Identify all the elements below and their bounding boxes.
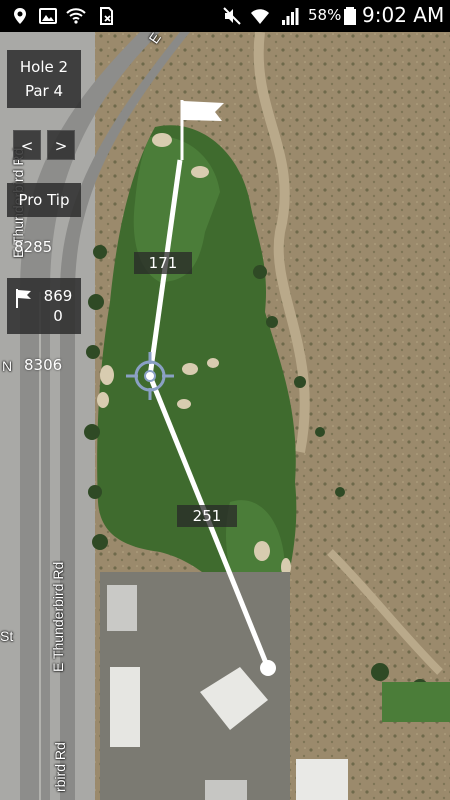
road-label: rbird Rd (52, 742, 68, 792)
wifi-question-icon (66, 6, 86, 26)
flag-icon (16, 289, 31, 308)
hole-info-panel: Hole 2 Par 4 (7, 50, 81, 108)
battery-percent: 58% (308, 6, 342, 24)
hole-par: Par 4 (24, 82, 64, 100)
road-label: St (0, 628, 14, 644)
location-icon (10, 6, 30, 26)
hole-number: Hole 2 (19, 58, 69, 76)
clock: 9:02 AM (362, 3, 445, 27)
next-hole-button[interactable]: > (47, 130, 75, 160)
distance-back: 8306 (24, 356, 63, 374)
mute-icon (222, 6, 242, 26)
road-label: N (2, 358, 13, 374)
distance-front: 8285 (14, 238, 53, 256)
previous-hole-button[interactable]: < (13, 130, 41, 160)
status-bar: 58% 9:02 AM (0, 0, 450, 32)
road-label: E Thunderbird Rd (50, 561, 66, 672)
pro-tip-button[interactable]: Pro Tip (7, 183, 81, 217)
distance-from-tee-label: 251 (177, 505, 237, 527)
battery-icon (340, 6, 360, 26)
pin-distance: 8690 (43, 287, 73, 325)
distance-to-pin-label: 171 (134, 252, 192, 274)
image-icon (38, 6, 58, 26)
pin-distance-panel: 8690 (7, 278, 81, 334)
wifi-icon (250, 6, 270, 26)
sim-icon (96, 6, 116, 26)
signal-icon (280, 6, 300, 26)
